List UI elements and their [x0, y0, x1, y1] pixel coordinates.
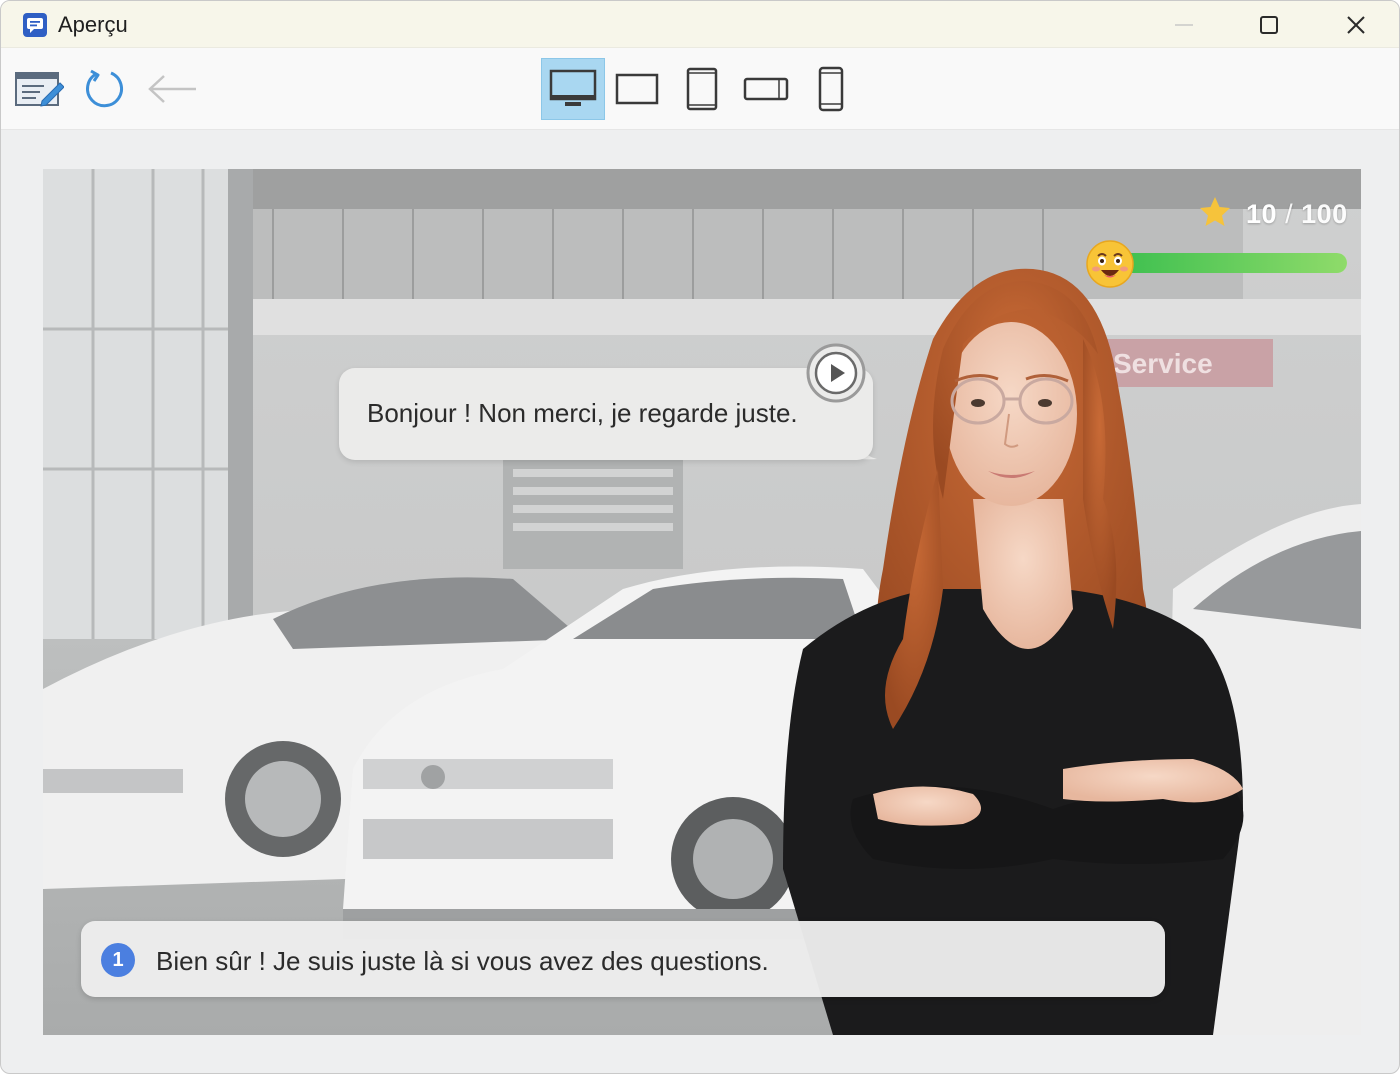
device-desktop-button[interactable]	[541, 58, 605, 120]
chat-preview-icon	[23, 13, 47, 37]
answer-text: Bien sûr ! Je suis juste là si vous avez…	[156, 946, 769, 976]
happy-face-icon	[1086, 240, 1134, 288]
maximize-button[interactable]	[1229, 1, 1309, 48]
mood-progress-fill	[1115, 253, 1347, 273]
reload-icon	[86, 69, 124, 108]
device-tablet-landscape-button[interactable]	[734, 58, 798, 120]
answer-number-badge: 1	[101, 943, 135, 977]
minimize-icon	[1175, 23, 1193, 26]
mood-progress-bar	[1115, 253, 1347, 273]
close-icon	[1347, 15, 1365, 34]
close-button[interactable]	[1316, 1, 1396, 48]
title-bar: Aperçu	[1, 1, 1399, 48]
score-counter: 10 / 100	[1246, 199, 1348, 230]
device-laptop-button[interactable]	[605, 58, 669, 120]
play-icon[interactable]	[806, 343, 866, 403]
tablet-portrait-icon	[686, 67, 718, 111]
device-tablet-button[interactable]	[670, 58, 734, 120]
reload-button[interactable]	[73, 58, 135, 120]
edit-icon	[15, 72, 64, 107]
score-total: 100	[1301, 199, 1348, 229]
character-speech: Bonjour ! Non merci, je regarde juste.	[367, 398, 798, 428]
scenario-stage: Service 10 / 100 Bonjour ! Non merci, je…	[43, 169, 1361, 1035]
score-separator: /	[1285, 199, 1294, 229]
back-button[interactable]	[141, 58, 203, 120]
showroom-background: Service	[43, 169, 1361, 1035]
tablet-landscape-icon	[743, 77, 789, 101]
phone-icon	[818, 66, 844, 112]
window-title: Aperçu	[58, 12, 128, 37]
toolbar	[1, 48, 1399, 130]
answer-option-1[interactable]: 1 Bien sûr ! Je suis juste là si vous av…	[81, 921, 1165, 997]
edit-button[interactable]	[8, 58, 70, 120]
speech-bubble: Bonjour ! Non merci, je regarde juste.	[339, 368, 873, 460]
maximize-icon	[1260, 15, 1278, 34]
desktop-icon	[549, 69, 597, 106]
laptop-icon	[615, 73, 659, 105]
minimize-button[interactable]	[1144, 1, 1224, 48]
back-arrow-icon	[148, 75, 196, 103]
device-phone-button[interactable]	[799, 58, 863, 120]
star-icon	[1200, 197, 1230, 226]
score-current: 10	[1246, 199, 1278, 229]
preview-window: Aperçu Service 10 / 100 Bonjour ! Non me…	[0, 0, 1400, 1074]
svg-text:Service: Service	[1113, 348, 1213, 379]
